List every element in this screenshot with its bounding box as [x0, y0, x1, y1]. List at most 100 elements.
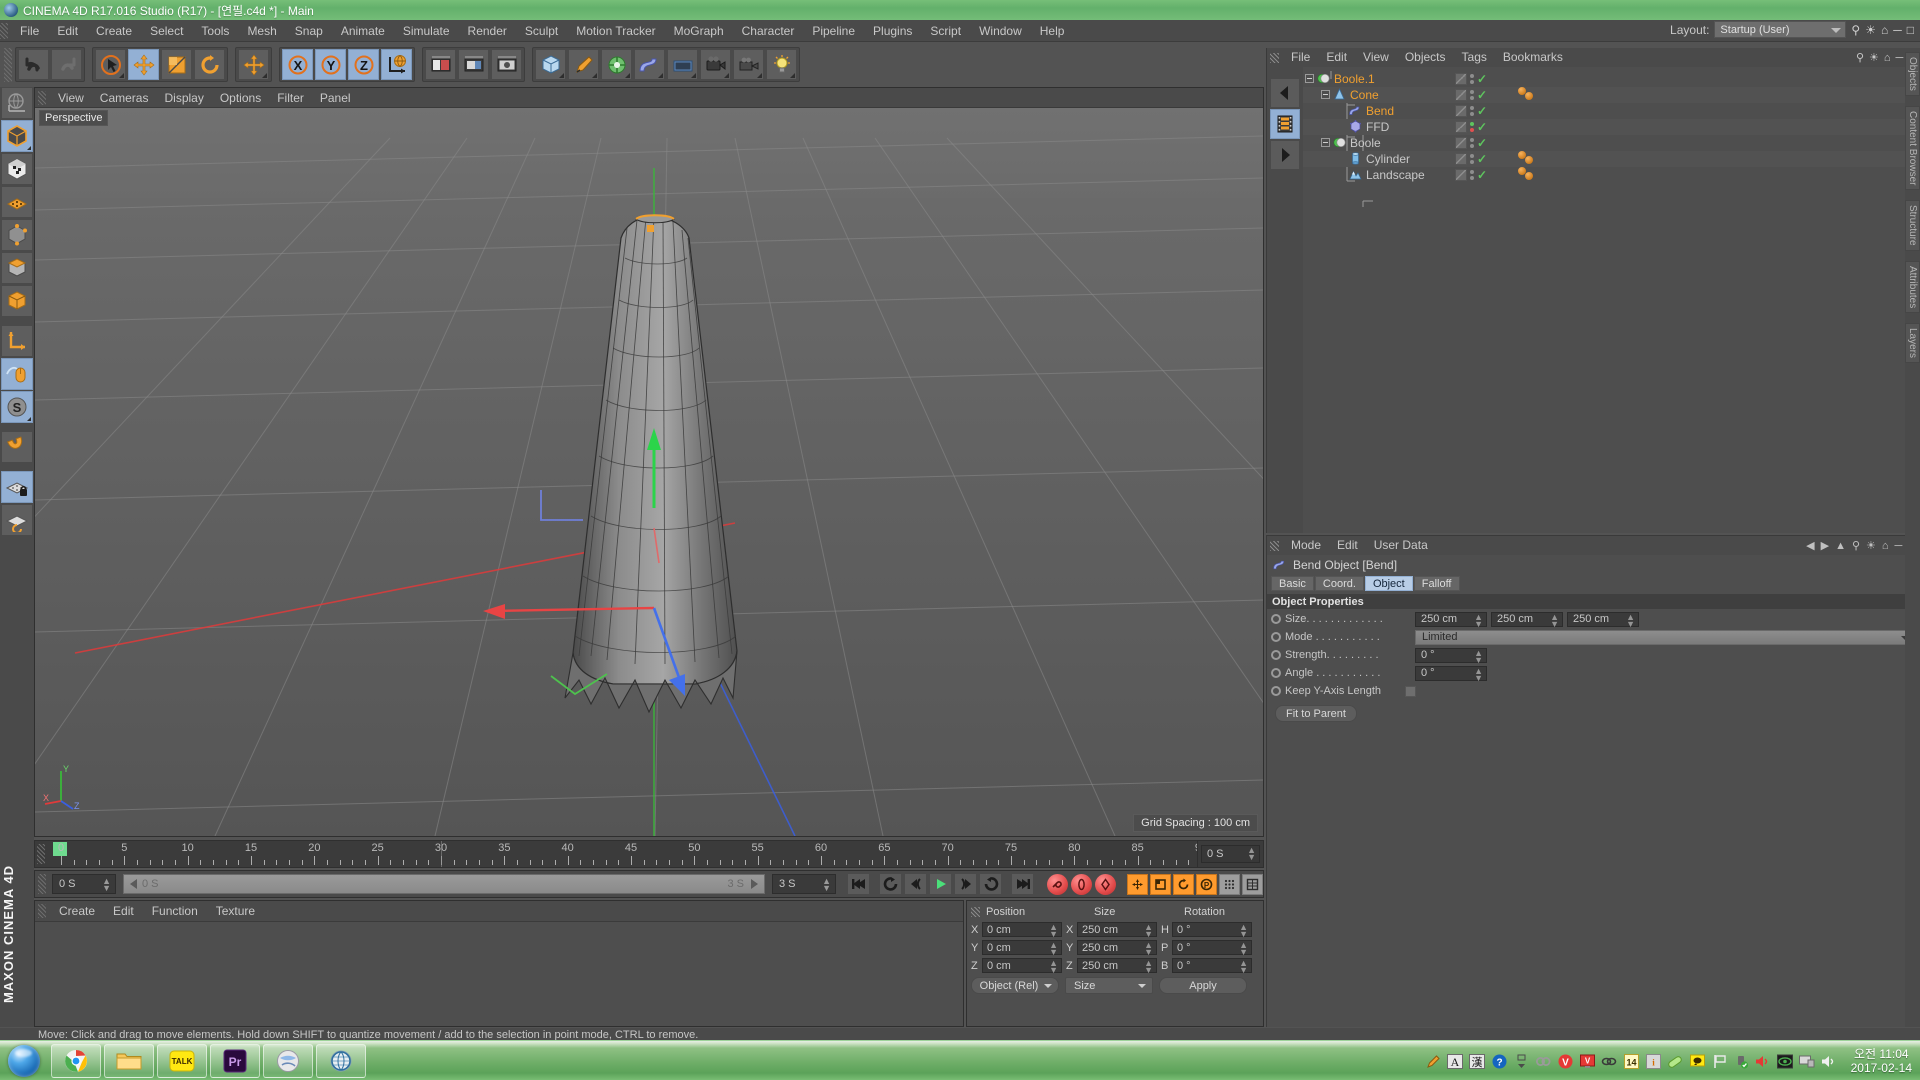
lock-workplane-button[interactable] [1, 471, 33, 503]
viewport-menu-filter[interactable]: Filter [269, 88, 312, 108]
display-tag-icon[interactable] [1455, 89, 1467, 101]
size-y-field[interactable]: 250 cm ▲ ▼ [1491, 611, 1563, 628]
ime-a-icon[interactable]: A [1447, 1053, 1464, 1070]
viewport-menu-options[interactable]: Options [212, 88, 269, 108]
material-manager-grip[interactable] [38, 904, 46, 918]
scene-object-button[interactable] [667, 49, 698, 80]
pos-z-field[interactable]: 0 cm ▲ ▼ [982, 958, 1062, 975]
keep-y-axis-checkbox[interactable] [1405, 685, 1416, 697]
texture-mode-button[interactable] [1, 153, 33, 185]
object-axis-button[interactable] [1, 285, 33, 317]
keyframe-selection-button[interactable] [1095, 873, 1116, 895]
menubar-grip[interactable] [0, 22, 8, 39]
current-time-field[interactable]: 0 S ▲ ▼ [1201, 845, 1260, 863]
spinner-icon[interactable]: ▲ ▼ [1474, 612, 1483, 628]
menu-item-create[interactable]: Create [87, 20, 141, 42]
undo-button[interactable] [18, 49, 49, 80]
viewport-canvas[interactable]: Y X Z Perspective Grid Spacing : 100 cm … [35, 108, 1263, 836]
object-manager-menu-tags[interactable]: Tags [1454, 48, 1495, 67]
minimize-icon[interactable]: ─ [1895, 540, 1903, 552]
spinner-icon[interactable]: ▲ ▼ [1144, 923, 1153, 939]
chain-icon[interactable] [1601, 1053, 1618, 1070]
display-tag-icon[interactable] [1455, 105, 1467, 117]
pen-icon[interactable] [1425, 1053, 1442, 1070]
menu-item-sculpt[interactable]: Sculpt [516, 20, 567, 42]
attribute-tab-basic[interactable]: Basic [1271, 576, 1314, 591]
material-menu-create[interactable]: Create [50, 901, 104, 921]
animate-radio-icon[interactable] [1271, 632, 1281, 642]
go-to-end-button[interactable] [1011, 873, 1034, 895]
animate-radio-icon[interactable] [1271, 614, 1281, 624]
spinner-icon[interactable]: ▲ ▼ [1247, 846, 1256, 862]
object-tree-row[interactable]: FFD ✓ [1303, 119, 1920, 135]
spinner-icon[interactable]: ▲ ▼ [1550, 612, 1559, 628]
menu-item-mograph[interactable]: MoGraph [665, 20, 733, 42]
taskbar-clock[interactable]: 오전 11:04 2017-02-14 [1851, 1047, 1912, 1075]
timeline-button[interactable] [1242, 873, 1263, 895]
menu-item-script[interactable]: Script [921, 20, 970, 42]
menu-item-motion-tracker[interactable]: Motion Tracker [567, 20, 664, 42]
taskbar-item-folder[interactable] [104, 1043, 154, 1078]
search-icon[interactable]: ⚲ [1856, 51, 1864, 64]
maximize-icon[interactable]: □ [1907, 23, 1914, 37]
snap-settings-button[interactable]: S [1, 391, 33, 423]
v-monitor-icon[interactable]: V [1579, 1053, 1596, 1070]
info-icon[interactable]: i [1645, 1053, 1662, 1070]
size-x-field[interactable]: 250 cm ▲ ▼ [1415, 611, 1487, 628]
workplane-button[interactable] [1, 504, 33, 536]
scale-tool-button[interactable] [161, 49, 192, 80]
spinner-icon[interactable]: ▲ ▼ [1239, 923, 1248, 939]
viewport-solo-button[interactable] [1, 358, 33, 390]
flag-icon[interactable] [1711, 1053, 1728, 1070]
object-manager-grip[interactable] [1270, 52, 1279, 63]
menu-item-tools[interactable]: Tools [192, 20, 238, 42]
timeline-grip[interactable] [37, 844, 45, 864]
spinner-icon[interactable]: ▲ ▼ [1239, 959, 1248, 975]
scrub-right-handle[interactable] [751, 879, 758, 889]
movie-camera-button[interactable] [733, 49, 764, 80]
enable-check-icon[interactable]: ✓ [1477, 168, 1487, 182]
taskbar-item-kakaotalk[interactable]: TALK [157, 1043, 207, 1078]
display-tag-icon[interactable] [1455, 153, 1467, 165]
next-bookmark-button[interactable] [1270, 140, 1300, 170]
volume-icon[interactable] [1821, 1053, 1838, 1070]
camera-button[interactable] [700, 49, 731, 80]
back-arrow-icon[interactable]: ◀ [1806, 539, 1814, 552]
material-menu-function[interactable]: Function [143, 901, 207, 921]
object-tree-row[interactable]: Boole.1 ✓ [1303, 71, 1920, 87]
render-region-button[interactable] [458, 49, 489, 80]
viewport-menu-panel[interactable]: Panel [312, 88, 359, 108]
visibility-dots[interactable] [1470, 74, 1474, 84]
deformer-button[interactable] [634, 49, 665, 80]
spinner-icon[interactable]: ▲ ▼ [1239, 941, 1248, 957]
object-manager-menu-file[interactable]: File [1283, 48, 1318, 67]
pin-icon[interactable]: ▲ [1835, 540, 1846, 552]
anim-end-field[interactable]: 3 S ▲ ▼ [772, 874, 836, 894]
menu-item-help[interactable]: Help [1031, 20, 1074, 42]
object-tree-row[interactable]: Cylinder ✓ [1303, 151, 1920, 167]
layer-filmstrip-button[interactable] [1270, 109, 1300, 139]
anim-start-field[interactable]: 0 S ▲ ▼ [52, 874, 116, 894]
cube-primitive-button[interactable] [535, 49, 566, 80]
minimize-icon[interactable]: ─ [1896, 52, 1904, 64]
object-manager-menu-objects[interactable]: Objects [1397, 48, 1454, 67]
size-z-field[interactable]: 250 cm ▲ ▼ [1567, 611, 1639, 628]
taskbar-item-chrome[interactable] [51, 1043, 101, 1078]
render-settings-button[interactable] [491, 49, 522, 80]
dock-tab-attributes[interactable]: Attributes [1905, 260, 1920, 314]
search-icon[interactable]: ⚲ [1852, 539, 1860, 552]
coordinates-grip[interactable] [971, 907, 980, 917]
dropdown-icon[interactable] [1513, 1053, 1530, 1070]
display-tag-icon[interactable] [1455, 169, 1467, 181]
visibility-dots[interactable] [1470, 170, 1474, 180]
display-tag-icon[interactable] [1455, 137, 1467, 149]
display-icon[interactable] [1799, 1053, 1816, 1070]
play-button[interactable] [929, 873, 952, 895]
object-tags[interactable] [1518, 151, 1542, 167]
magnet-button[interactable] [1, 431, 33, 463]
size-x-field[interactable]: 250 cm ▲ ▼ [1077, 922, 1157, 939]
attribute-tab-coord[interactable]: Coord. [1314, 576, 1364, 591]
v-red-icon[interactable]: V [1557, 1053, 1574, 1070]
home-icon[interactable]: ⌂ [1884, 52, 1891, 64]
angle-field[interactable]: 0 ° ▲ ▼ [1415, 665, 1487, 682]
